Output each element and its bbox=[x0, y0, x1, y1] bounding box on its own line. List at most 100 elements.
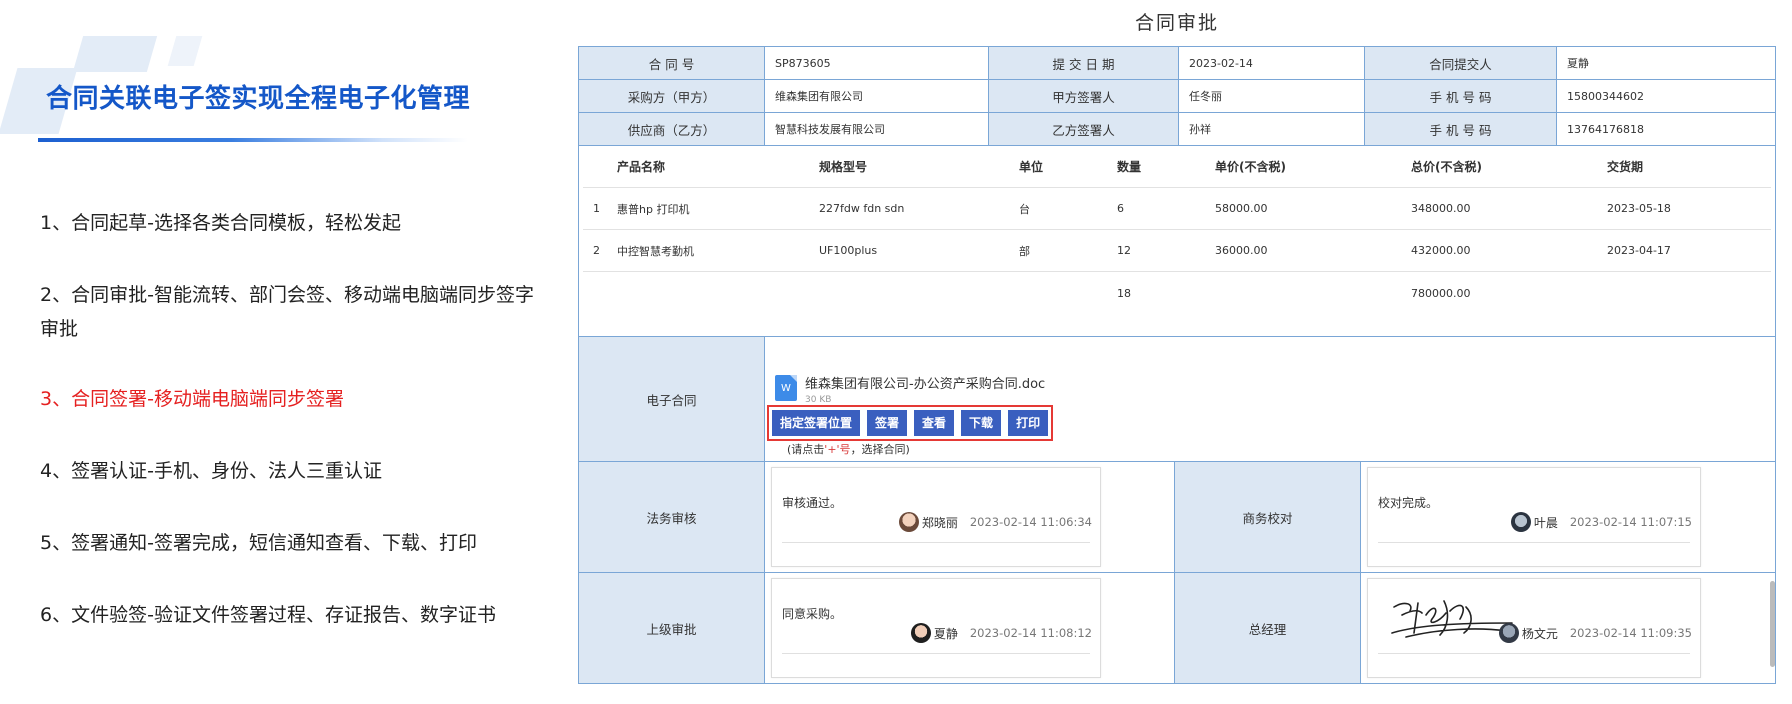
table-row: 1 惠普hp 打印机 227fdw fdn sdn 台 6 58000.00 3… bbox=[583, 188, 1771, 230]
approval-comment: 校对完成。 bbox=[1378, 496, 1439, 510]
approval-label: 商务校对 bbox=[1175, 462, 1361, 572]
approval-screen: 合同审批 合 同 号 SP873605 提 交 日 期 2023-02-14 合… bbox=[578, 0, 1778, 704]
field-label: 合 同 号 bbox=[579, 47, 765, 79]
approver-name: 郑晓丽 bbox=[921, 515, 958, 530]
econtract-label: 电子合同 bbox=[579, 337, 765, 461]
cell: 部 bbox=[1019, 244, 1030, 258]
approval-label: 法务审核 bbox=[579, 462, 765, 572]
action-button-group: 指定签署位置 签署 查看 下载 打印 bbox=[767, 405, 1054, 441]
approval-time: 2023-02-14 11:07:15 bbox=[1569, 515, 1692, 529]
feature-item: 6、文件验签-验证文件签署过程、存证报告、数字证书 bbox=[40, 604, 496, 626]
feature-item: 4、签署认证-手机、身份、法人三重认证 bbox=[40, 460, 382, 482]
approval-row: 法务审核 审核通过。 郑晓丽 2023-02-14 11:06:34 商务校对 … bbox=[579, 462, 1775, 573]
avatar bbox=[1510, 512, 1531, 532]
approval-row: 上级审批 同意采购。 夏静 2023-02-14 11:08:12 总经理 杨文… bbox=[579, 573, 1775, 683]
feature-item: 2、合同审批-智能流转、部门会签、移动端电脑端同步签字审批 bbox=[40, 284, 534, 340]
contract-file[interactable]: W 维森集团有限公司-办公资产采购合同.doc 30 KB bbox=[775, 373, 1045, 405]
approval-cell: 同意采购。 夏静 2023-02-14 11:08:12 bbox=[765, 573, 1175, 683]
field-label: 手 机 号 码 bbox=[1365, 113, 1557, 145]
col-header: 数量 bbox=[1117, 160, 1142, 174]
cell: 58000.00 bbox=[1215, 202, 1268, 215]
submit-date-value: 2023-02-14 bbox=[1179, 47, 1365, 79]
info-row: 合 同 号 SP873605 提 交 日 期 2023-02-14 合同提交人 … bbox=[579, 47, 1775, 80]
approval-label: 上级审批 bbox=[579, 573, 765, 683]
decor-shape bbox=[72, 36, 158, 72]
headline-underline bbox=[38, 138, 468, 142]
cell: UF100plus bbox=[819, 244, 878, 257]
approval-comment: 同意采购。 bbox=[782, 607, 843, 621]
file-name[interactable]: 维森集团有限公司-办公资产采购合同.doc bbox=[805, 373, 1045, 392]
cell: 2023-04-17 bbox=[1607, 244, 1671, 257]
cell: 中控智慧考勤机 bbox=[617, 244, 694, 258]
approval-form: 合 同 号 SP873605 提 交 日 期 2023-02-14 合同提交人 … bbox=[578, 46, 1776, 684]
approver-name: 叶晨 bbox=[1533, 515, 1558, 530]
field-label: 甲方签署人 bbox=[989, 80, 1179, 112]
feature-item-active: 3、合同签署-移动端电脑端同步签署 bbox=[40, 388, 344, 410]
col-header: 产品名称 bbox=[617, 160, 666, 174]
approval-card: 杨文元 2023-02-14 11:09:35 bbox=[1367, 578, 1701, 678]
total-row: 18 780000.00 bbox=[583, 272, 1771, 314]
set-sign-position-button[interactable]: 指定签署位置 bbox=[772, 410, 861, 436]
print-button[interactable]: 打印 bbox=[1008, 410, 1049, 436]
avatar bbox=[1498, 623, 1519, 643]
approval-label: 总经理 bbox=[1175, 573, 1361, 683]
approval-cell: 杨文元 2023-02-14 11:09:35 bbox=[1361, 573, 1775, 683]
info-row: 供应商（乙方） 智慧科技发展有限公司 乙方签署人 孙祥 手 机 号 码 1376… bbox=[579, 113, 1775, 146]
info-row: 采购方（甲方） 维森集团有限公司 甲方签署人 任冬丽 手 机 号 码 15800… bbox=[579, 80, 1775, 113]
table-row: 2 中控智慧考勤机 UF100plus 部 12 36000.00 432000… bbox=[583, 230, 1771, 272]
buyer-phone-value: 15800344602 bbox=[1567, 89, 1644, 103]
buyer-value: 维森集团有限公司 bbox=[765, 80, 989, 112]
total-amount: 780000.00 bbox=[1411, 286, 1471, 300]
cell: 36000.00 bbox=[1215, 244, 1268, 257]
field-label: 提 交 日 期 bbox=[989, 47, 1179, 79]
total-qty: 18 bbox=[1117, 286, 1131, 300]
cell: 6 bbox=[1117, 202, 1124, 215]
feature-item: 5、签署通知-签署完成，短信通知查看、下载、打印 bbox=[40, 532, 477, 554]
approval-cell: 校对完成。 叶晨 2023-02-14 11:07:15 bbox=[1361, 462, 1775, 572]
field-label: 合同提交人 bbox=[1365, 47, 1557, 79]
cell: 227fdw fdn sdn bbox=[819, 202, 905, 215]
cell: 台 bbox=[1019, 202, 1030, 216]
field-label: 手 机 号 码 bbox=[1365, 80, 1557, 112]
col-header: 交货期 bbox=[1607, 160, 1644, 174]
cell: 348000.00 bbox=[1411, 202, 1471, 215]
feature-list: 1、合同起草-选择各类合同模板，轻松发起 2、合同审批-智能流转、部门会签、移动… bbox=[40, 206, 540, 670]
cell: 2023-05-18 bbox=[1607, 202, 1671, 215]
supplier-value: 智慧科技发展有限公司 bbox=[765, 113, 989, 145]
select-hint: (请点击'+'号，选择合同) bbox=[787, 443, 910, 456]
cell: 2 bbox=[593, 244, 600, 257]
page-title: 合同审批 bbox=[1134, 12, 1219, 34]
download-button[interactable]: 下载 bbox=[961, 410, 1002, 436]
cell: 432000.00 bbox=[1411, 244, 1471, 257]
approval-card: 校对完成。 叶晨 2023-02-14 11:07:15 bbox=[1367, 467, 1701, 567]
approval-card: 同意采购。 夏静 2023-02-14 11:08:12 bbox=[771, 578, 1101, 678]
sign-button[interactable]: 签署 bbox=[867, 410, 908, 436]
word-doc-icon: W bbox=[775, 375, 797, 401]
cell: 12 bbox=[1117, 244, 1131, 257]
col-header: 单位 bbox=[1019, 160, 1044, 174]
intro-panel: 合同关联电子签实现全程电子化管理 1、合同起草-选择各类合同模板，轻松发起 2、… bbox=[0, 0, 560, 704]
approval-time: 2023-02-14 11:08:12 bbox=[969, 626, 1092, 640]
field-label: 乙方签署人 bbox=[989, 113, 1179, 145]
scrollbar[interactable] bbox=[1770, 581, 1775, 667]
product-table: 产品名称 规格型号 单位 数量 单价(不含税) 总价(不含税) 交货期 1 惠普… bbox=[579, 146, 1775, 336]
col-header: 单价(不含税) bbox=[1215, 160, 1286, 174]
field-label: 供应商（乙方） bbox=[579, 113, 765, 145]
field-label: 采购方（甲方） bbox=[579, 80, 765, 112]
approver-name: 杨文元 bbox=[1521, 626, 1558, 641]
view-button[interactable]: 查看 bbox=[914, 410, 955, 436]
avatar bbox=[898, 512, 919, 532]
avatar bbox=[910, 623, 931, 643]
approval-card: 审核通过。 郑晓丽 2023-02-14 11:06:34 bbox=[771, 467, 1101, 567]
buyer-signer-value: 任冬丽 bbox=[1179, 80, 1365, 112]
supplier-phone-value: 13764176818 bbox=[1567, 122, 1644, 136]
file-size: 30 KB bbox=[805, 395, 832, 405]
decor-shape bbox=[167, 36, 203, 66]
econtract-body: W 维森集团有限公司-办公资产采购合同.doc 30 KB 指定签署位置 签署 … bbox=[765, 337, 1775, 461]
feature-item: 1、合同起草-选择各类合同模板，轻松发起 bbox=[40, 212, 401, 234]
approval-comment: 审核通过。 bbox=[782, 496, 843, 510]
submitter-value: 夏静 bbox=[1567, 57, 1589, 70]
approval-time: 2023-02-14 11:09:35 bbox=[1569, 626, 1692, 640]
econtract-row: 电子合同 W 维森集团有限公司-办公资产采购合同.doc 30 KB 指定签署位… bbox=[579, 337, 1775, 462]
col-header: 规格型号 bbox=[819, 160, 868, 174]
